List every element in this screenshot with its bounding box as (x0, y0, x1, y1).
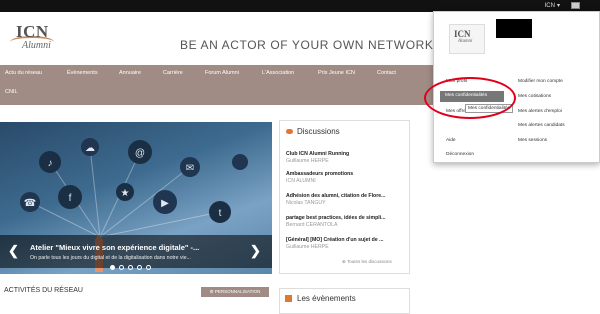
news-slider[interactable]: ♪ ☁ @ ✉ t ☎ f ▶ ★ ❮ ❯ Atelier "Mieux vivre son… (0, 122, 272, 274)
nav-item-evenements[interactable]: Évènements (67, 70, 98, 76)
site-slogan: BE AN ACTOR OF YOUR OWN NETWORK (180, 38, 434, 52)
discussion-author: Bernard CERANTOLA (286, 221, 338, 228)
menu-item-job-alerts[interactable]: Mes alertes d'emploi (518, 109, 562, 114)
discussion-author: Nicolas TANGUY (286, 199, 326, 206)
svg-text:★: ★ (121, 188, 130, 199)
svg-text:@: @ (135, 148, 145, 159)
highlight-circle (424, 77, 516, 119)
logo-sub: Alumni (22, 40, 51, 51)
list-item[interactable]: Club ICN Alumni Running Guillaume HERPE (286, 151, 408, 164)
menu-item-help[interactable]: Aide (446, 138, 456, 143)
events-title: Les évènements (297, 294, 356, 303)
nav-item-forum[interactable]: Forum Alumni (205, 70, 239, 76)
activities-title: ACTIVITÉS DU RÉSEAU (4, 287, 83, 294)
nav-item-prix[interactable]: Prix Jeune ICN (318, 70, 355, 76)
menu-item-edit-account[interactable]: Modifier mon compte (518, 79, 563, 84)
menu-item-subscriptions[interactable]: Mes cotisations (518, 94, 551, 99)
svg-text:✉: ✉ (186, 163, 194, 174)
all-discussions-link[interactable]: ⊕ Toutes les discussions (342, 259, 392, 265)
dropdown-avatar: ICN Alumni (449, 24, 485, 54)
slider-subtitle: On parle tous les jours du digital et de… (30, 255, 191, 261)
dropdown-logo-sub: Alumni (458, 39, 473, 44)
menu-item-sessions[interactable]: Mes sessions (518, 138, 547, 143)
slider-pagination (110, 265, 151, 270)
slider-dot[interactable] (119, 265, 124, 270)
discussions-panel: Discussions Club ICN Alumni Running Guil… (279, 120, 410, 274)
svg-text:☎: ☎ (24, 198, 36, 209)
svg-text:♪: ♪ (48, 158, 53, 169)
site-logo[interactable]: ICN Alumni (10, 22, 58, 62)
slider-title[interactable]: Atelier "Mieux vivre son expérience digi… (30, 243, 199, 252)
menu-item-candidate-alerts[interactable]: Mes alertes candidats (518, 123, 565, 128)
chat-bubble-icon (286, 129, 293, 134)
nav-item-actu[interactable]: Actu du réseau (5, 70, 42, 76)
language-flag-icon[interactable] (571, 2, 580, 9)
personalization-button[interactable]: ⚙ PERSONNALISATION (201, 287, 269, 297)
nav-item-carriere[interactable]: Carrière (163, 70, 183, 76)
list-item[interactable]: Adhésion des alumni, citation de Flore..… (286, 193, 408, 206)
discussion-author: ICN ALUMNI (286, 177, 316, 184)
slider-next-icon[interactable]: ❯ (250, 243, 261, 259)
nav-item-association[interactable]: L'Association (262, 70, 294, 76)
list-item[interactable]: [Général] [MO] Création d'un sujet de ..… (286, 237, 408, 250)
slider-prev-icon[interactable]: ❮ (8, 243, 19, 259)
events-panel: Les évènements (279, 288, 410, 314)
svg-text:▶: ▶ (161, 198, 169, 209)
svg-text:☁: ☁ (85, 143, 95, 154)
slider-dot[interactable] (137, 265, 142, 270)
nav-item-annuaire[interactable]: Annuaire (119, 70, 141, 76)
slider-dot[interactable] (110, 265, 115, 270)
logo-name: ICN (16, 22, 49, 41)
list-item[interactable]: Ambassadeurs promotions ICN ALUMNI (286, 171, 408, 184)
slider-dot[interactable] (146, 265, 151, 270)
menu-item-logout[interactable]: Déconnexion (446, 152, 474, 157)
slider-dot[interactable] (128, 265, 133, 270)
svg-text:t: t (219, 208, 222, 219)
redacted-user-name (496, 19, 532, 38)
discussion-author: Guillaume HERPE (286, 157, 329, 164)
discussions-title: Discussions (297, 127, 340, 136)
nav-item-contact[interactable]: Contact (377, 70, 396, 76)
list-item[interactable]: partage best practices, idées de simpli.… (286, 215, 408, 228)
calendar-icon (285, 295, 292, 302)
discussion-author: Guillaume HERPE (286, 243, 329, 250)
dropdown-logo-name: ICN (454, 29, 471, 39)
nav-item-cnil[interactable]: CNIL (5, 89, 18, 95)
svg-text:f: f (69, 193, 72, 204)
